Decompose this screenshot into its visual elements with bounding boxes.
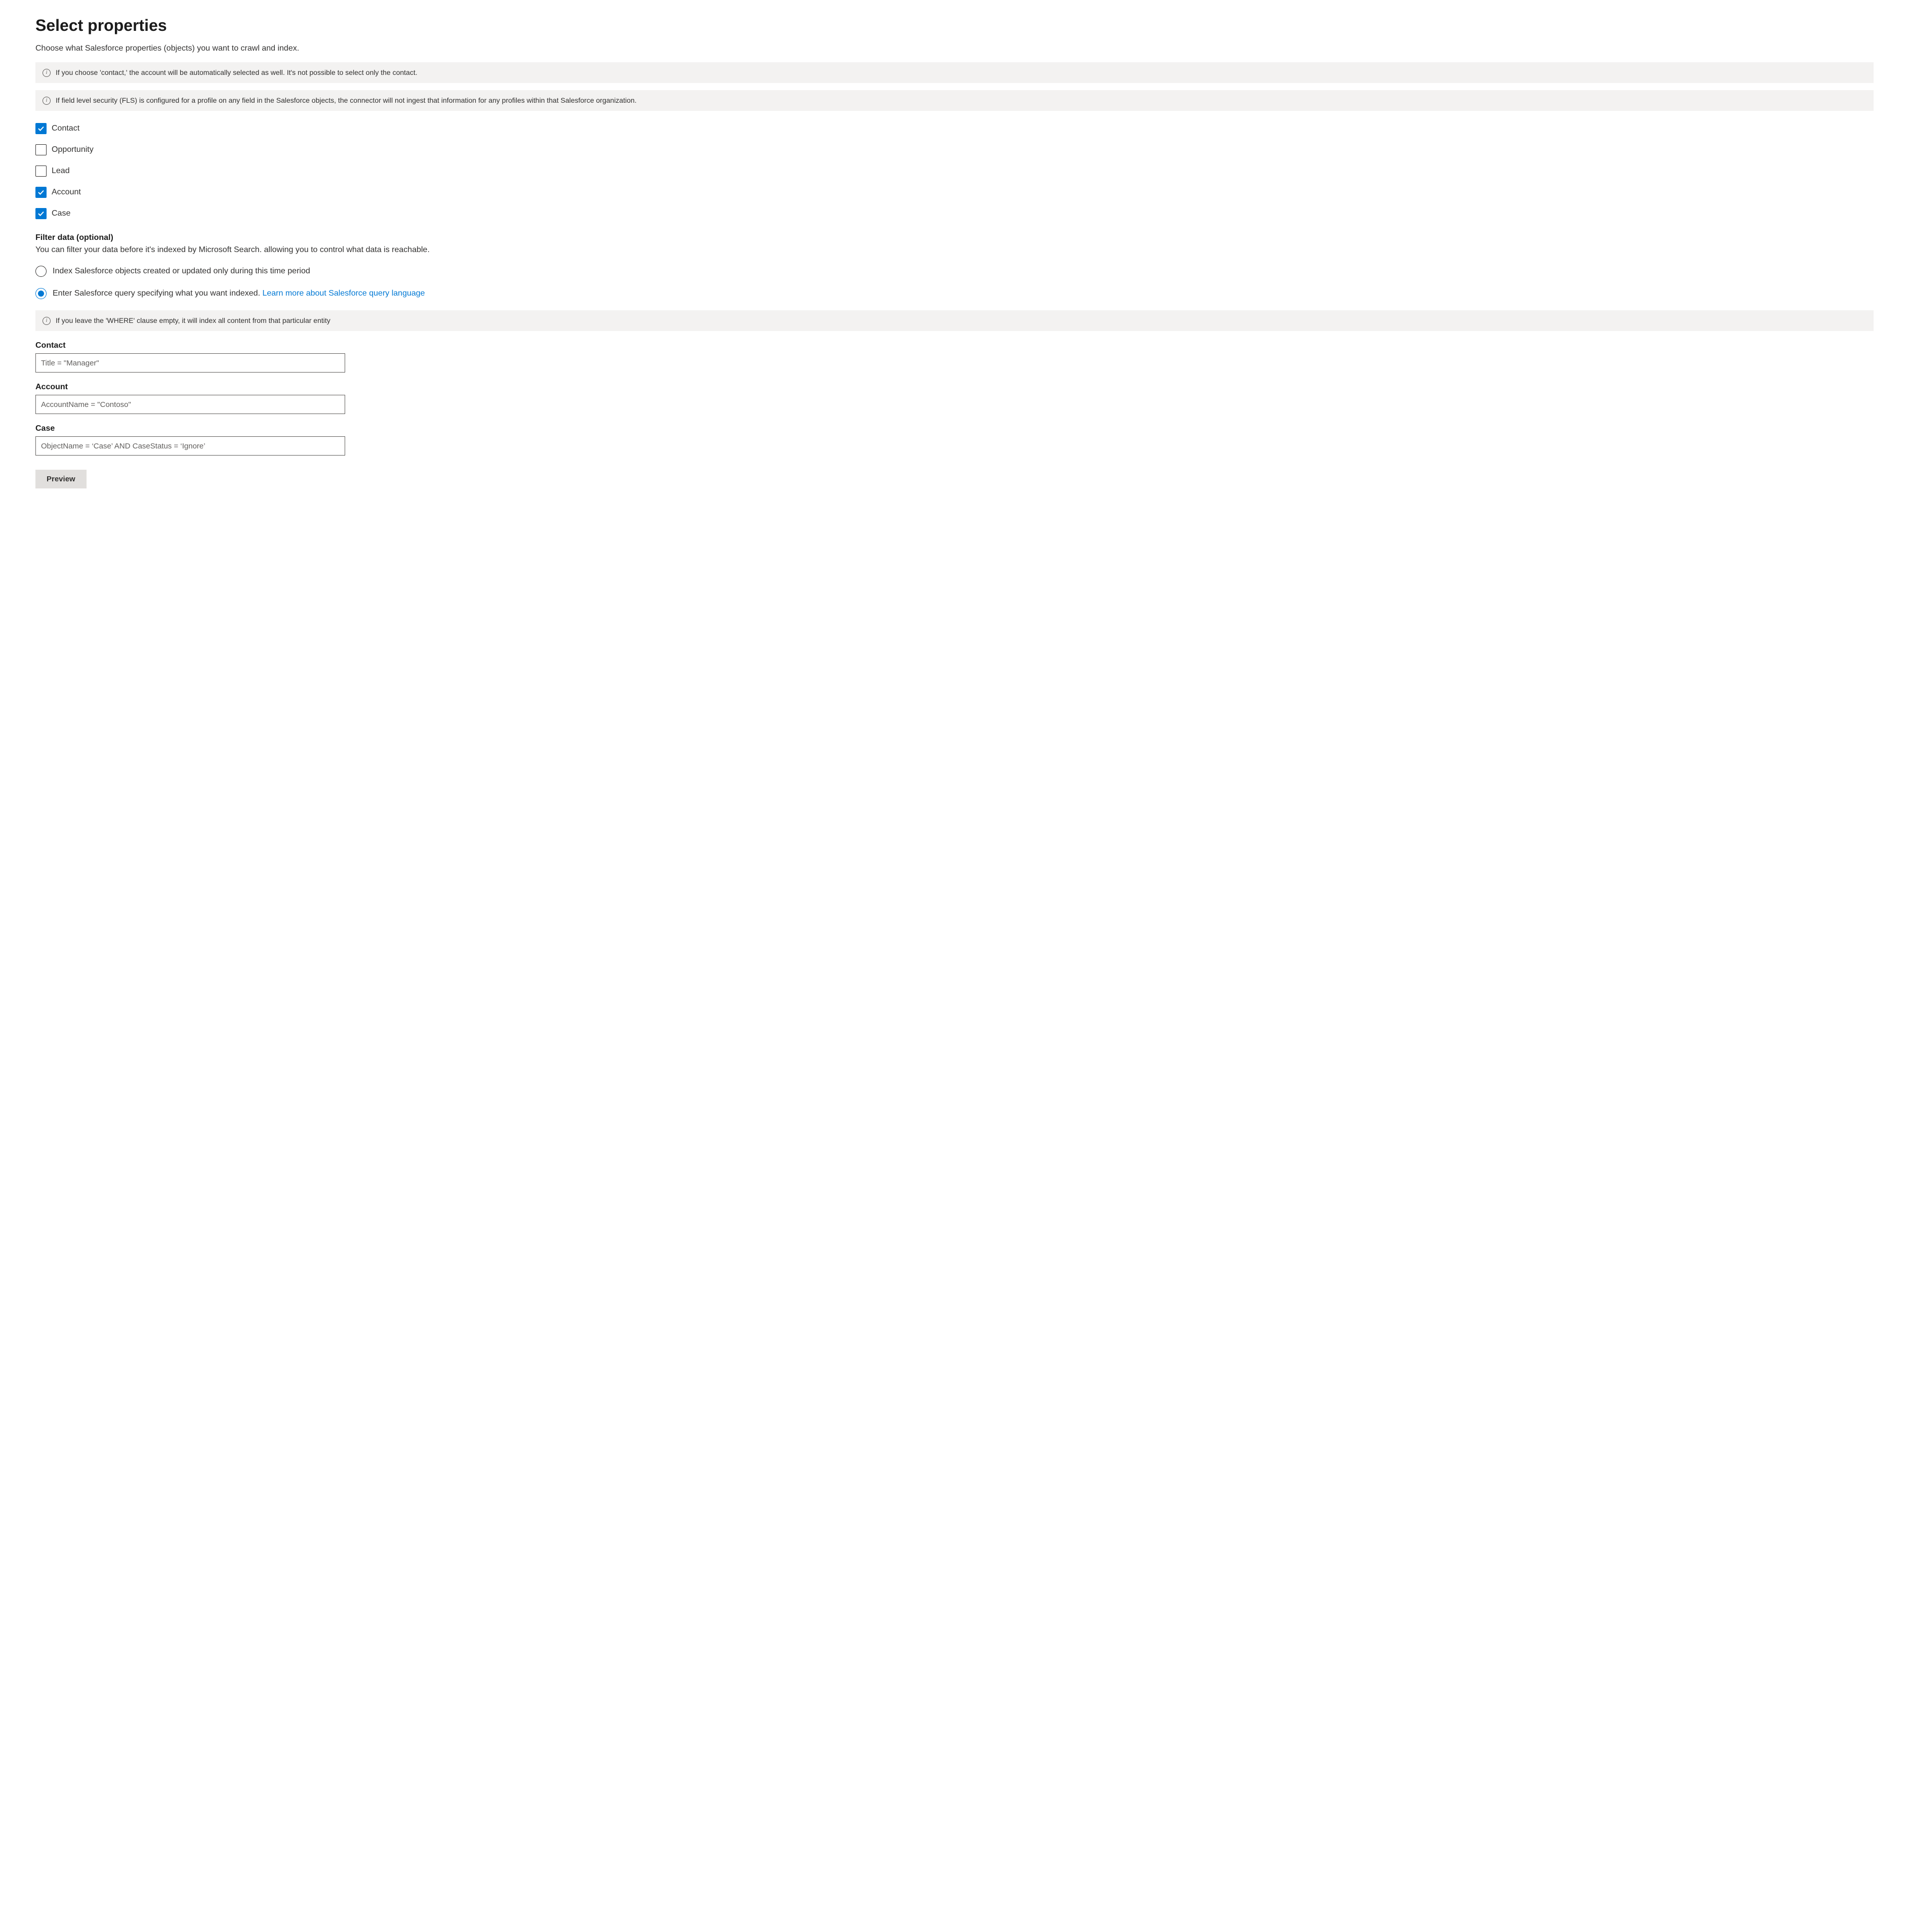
page-subtitle: Choose what Salesforce properties (objec… [35,44,1874,53]
radio-label-text: Enter Salesforce query specifying what y… [53,289,260,298]
checkbox-label: Lead [52,167,70,176]
case-query-input[interactable] [35,436,345,456]
radio-query[interactable] [35,288,47,299]
info-icon: i [43,69,51,77]
field-label: Contact [35,341,1874,350]
checkbox-label: Account [52,188,81,197]
radio-row-query: Enter Salesforce query specifying what y… [35,288,1874,299]
preview-button[interactable]: Preview [35,470,87,488]
checkbox-lead[interactable] [35,166,47,177]
field-block-account: Account [35,383,1874,414]
learn-more-link[interactable]: Learn more about Salesforce query langua… [262,289,425,298]
field-label: Case [35,424,1874,433]
checkbox-opportunity[interactable] [35,144,47,155]
info-bar-where-note: i If you leave the 'WHERE' clause empty,… [35,310,1874,331]
info-text: If you leave the 'WHERE' clause empty, i… [56,316,330,324]
checkbox-case[interactable] [35,208,47,219]
checkbox-row-contact: Contact [35,123,1874,134]
radio-label: Enter Salesforce query specifying what y… [53,289,425,298]
info-text: If field level security (FLS) is configu… [56,96,637,104]
account-query-input[interactable] [35,395,345,414]
checkbox-row-lead: Lead [35,166,1874,177]
field-block-case: Case [35,424,1874,456]
info-text: If you choose 'contact,' the account wil… [56,68,418,76]
checkbox-row-account: Account [35,187,1874,198]
info-bar-contact-note: i If you choose 'contact,' the account w… [35,62,1874,83]
contact-query-input[interactable] [35,353,345,373]
filter-heading: Filter data (optional) [35,233,1874,242]
radio-label: Index Salesforce objects created or upda… [53,267,310,276]
radio-row-time-period: Index Salesforce objects created or upda… [35,266,1874,277]
filter-desc: You can filter your data before it's ind… [35,245,1874,255]
radio-time-period[interactable] [35,266,47,277]
checkbox-label: Contact [52,124,79,133]
field-block-contact: Contact [35,341,1874,373]
checkbox-label: Case [52,209,70,218]
page-title: Select properties [35,16,1874,35]
info-bar-fls-note: i If field level security (FLS) is confi… [35,90,1874,111]
info-icon: i [43,97,51,105]
properties-checkbox-group: Contact Opportunity Lead Account Case [35,123,1874,219]
checkbox-contact[interactable] [35,123,47,134]
checkbox-label: Opportunity [52,145,94,154]
checkbox-account[interactable] [35,187,47,198]
field-label: Account [35,383,1874,392]
checkbox-row-opportunity: Opportunity [35,144,1874,155]
info-icon: i [43,317,51,325]
checkbox-row-case: Case [35,208,1874,219]
